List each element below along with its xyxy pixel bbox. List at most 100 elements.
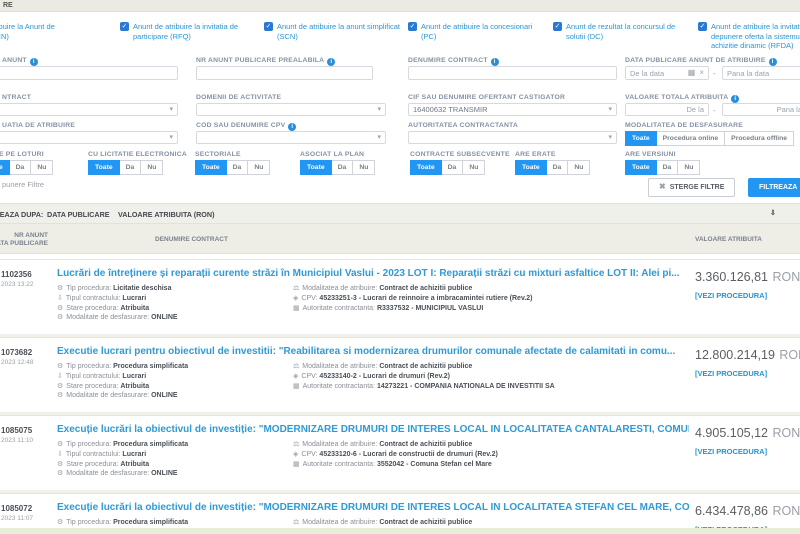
detail-value: 45233251-3 - Lucrari de reinnoire a imbr… — [319, 295, 532, 302]
vezi-procedura-link[interactable]: [VEZI PROCEDURA] — [695, 369, 800, 378]
toggle-option-da[interactable]: Da — [226, 160, 249, 175]
toggle-option-da[interactable]: Da — [546, 160, 569, 175]
toggle-option-toate[interactable]: Toate — [0, 160, 10, 175]
toggle-option-da[interactable]: Da — [331, 160, 354, 175]
hide-filters-link[interactable]: punere Filtre — [2, 180, 44, 189]
detail-line: ⚙Modalitate de desfasurare: ONLINE — [57, 313, 289, 323]
sort-option-data-publicare[interactable]: DATA PUBLICARE — [47, 210, 110, 219]
detail-label: CPV: — [301, 295, 319, 302]
nr-anunt-input[interactable] — [0, 66, 178, 80]
detail-value: Licitatie deschisa — [113, 285, 171, 292]
toggle-option-procedura-online[interactable]: Procedura online — [656, 131, 726, 146]
toggle-option-da[interactable]: Da — [441, 160, 464, 175]
cpv-icon: ◈ — [293, 373, 298, 380]
detail-label: Tipul contractului: — [66, 373, 123, 380]
toggle-option-nu[interactable]: Nu — [30, 160, 53, 175]
info-icon[interactable]: i — [769, 58, 777, 66]
detail-label: Autoritate contractanta: — [303, 383, 377, 390]
publish-date: 2023 12:48 — [1, 359, 51, 366]
valoare-from-input[interactable]: De la — [625, 103, 709, 116]
detail-label: Tip procedura: — [66, 285, 113, 292]
toggle-option-nu[interactable]: Nu — [567, 160, 590, 175]
contract-title-link[interactable]: Lucrări de întreținere și reparații cure… — [57, 268, 689, 279]
toggle-option-toate[interactable]: Toate — [410, 160, 442, 175]
nr-anunt-prealabila-input[interactable] — [196, 66, 373, 80]
checkbox-checked-icon[interactable]: ✓ — [264, 22, 273, 31]
checkbox-checked-icon[interactable]: ✓ — [698, 22, 707, 31]
clear-date-icon[interactable]: × — [699, 69, 704, 77]
toggle-option-procedura-offline[interactable]: Procedura offline — [724, 131, 794, 146]
filtreaza-button[interactable]: FILTREAZA — [748, 178, 800, 197]
info-icon[interactable]: i — [288, 123, 296, 131]
cod-cpv-select[interactable]: ▾ — [196, 131, 386, 144]
contract-title-link[interactable]: Execuție lucrări la obiectivul de invest… — [57, 502, 689, 513]
calendar-icon[interactable]: ▦ — [688, 69, 696, 77]
announcement-number: 1085072 — [1, 504, 51, 513]
toggle-option-nu[interactable]: Nu — [140, 160, 163, 175]
contract-icon: ⇩ — [57, 295, 63, 302]
toggle-option-toate[interactable]: Toate — [625, 160, 657, 175]
announcement-id-cell: 1073682 2023 12:48 — [1, 348, 51, 366]
checkbox-checked-icon[interactable]: ✓ — [120, 22, 129, 31]
cif-ofertant-label: CIF SAU DENUMIRE OFERTANT CASTIGATOR — [408, 94, 565, 101]
sort-option-valoare-atribuita[interactable]: VALOARE ATRIBUITA (RON) — [118, 210, 214, 219]
autoritatea-select[interactable]: ▾ — [408, 131, 617, 144]
notice-type-checkbox[interactable]: ✓Anunt de rezultat la concursul de solut… — [553, 22, 693, 41]
situatia-atribuire-select[interactable]: ▾ — [0, 131, 178, 144]
info-icon[interactable]: i — [731, 95, 739, 103]
detail-line: ⚙Modalitate de desfasurare: ONLINE — [57, 469, 289, 479]
sterge-filtre-button[interactable]: ✖STERGE FILTRE — [648, 178, 735, 197]
info-icon[interactable]: i — [30, 58, 38, 66]
detail-value: Procedura simplificata — [113, 363, 188, 370]
toggle-option-nu[interactable]: Nu — [352, 160, 375, 175]
toggle-option-toate[interactable]: Toate — [88, 160, 120, 175]
cif-ofertant-select[interactable]: 16400632 TRANSMIR▾ — [408, 103, 617, 116]
denumire-contract-input[interactable] — [408, 66, 617, 80]
sort-bar: ORDONEAZA DUPA: DATA PUBLICARE VALOARE A… — [0, 203, 800, 224]
vezi-procedura-link[interactable]: [VEZI PROCEDURA] — [695, 447, 800, 456]
toggle-option-nu[interactable]: Nu — [677, 160, 700, 175]
toggle-option-toate[interactable]: Toate — [195, 160, 227, 175]
toggle-group: ToateDaNu — [0, 160, 52, 175]
vezi-procedura-link[interactable]: [VEZI PROCEDURA] — [695, 291, 800, 300]
details-right: ⚖Modalitatea de atribuire: Contract de a… — [293, 440, 643, 469]
info-icon[interactable]: i — [327, 58, 335, 66]
checkbox-checked-icon[interactable]: ✓ — [408, 22, 417, 31]
notice-type-checkbox[interactable]: ✓Anunt de atribuire la Anunt de particip… — [0, 22, 83, 41]
detail-line: ⚙Tip procedura: Licitatie deschisa — [57, 284, 289, 294]
info-icon[interactable]: i — [491, 58, 499, 66]
notice-type-checkbox[interactable]: ✓ Anunt de atribuire la invitatia de part… — [120, 22, 260, 41]
export-icon[interactable]: ⇩ — [770, 208, 776, 217]
date-to-input[interactable]: Pana la data — [722, 66, 800, 80]
domenii-select[interactable]: ▾ — [196, 103, 386, 116]
date-from-input[interactable]: De la data▦× — [625, 66, 709, 80]
checkbox-label: Anunt de atribuire la invitatia de parti… — [133, 22, 260, 41]
detail-value: 45233120-6 - Lucrari de constructii de d… — [319, 451, 497, 458]
checkbox-checked-icon[interactable]: ✓ — [553, 22, 562, 31]
toggle-option-da[interactable]: Da — [656, 160, 679, 175]
gear-icon: ⚙ — [57, 392, 63, 399]
toggle-option-nu[interactable]: Nu — [462, 160, 485, 175]
notice-type-checkbox[interactable]: ✓Anunt de atribuire la concesionari (PC) — [408, 22, 548, 41]
toggle-option-nu[interactable]: Nu — [247, 160, 270, 175]
awarded-value-cell: 12.800.214,19 RON [VEZI PROCEDURA] — [695, 346, 800, 378]
toggle-option-toate[interactable]: Toate — [515, 160, 547, 175]
contract-title-link[interactable]: Executie lucrari pentru obiectivul de in… — [57, 346, 689, 357]
detail-label: Modalitatea de atribuire: — [302, 519, 379, 526]
detail-line: ⚖Modalitatea de atribuire: Contract de a… — [293, 284, 643, 294]
tip-contract-select[interactable]: ▾ — [0, 103, 178, 116]
toggle-option-da[interactable]: Da — [9, 160, 32, 175]
detail-line: ⚙Tip procedura: Procedura simplificata — [57, 440, 289, 450]
toggle-option-toate[interactable]: Toate — [625, 131, 657, 146]
detail-value: Procedura simplificata — [113, 441, 188, 448]
sort-by-label: ORDONEAZA DUPA: — [0, 210, 43, 219]
notice-type-checkbox[interactable]: ✓Anunt de atribuire la invitatia depuner… — [698, 22, 800, 51]
toggle-option-da[interactable]: Da — [119, 160, 142, 175]
notice-type-checkbox[interactable]: ✓Anunt de atribuire la anunt simplificat… — [264, 22, 404, 41]
contract-title-link[interactable]: Execuție lucrări la obiectivul de invest… — [57, 424, 689, 435]
toggle-group: ToateDaNu — [195, 160, 269, 175]
range-dash: - — [713, 69, 716, 78]
valoare-to-input[interactable]: Pana la — [722, 103, 800, 116]
scales-icon: ⚖ — [293, 363, 299, 370]
toggle-option-toate[interactable]: Toate — [300, 160, 332, 175]
